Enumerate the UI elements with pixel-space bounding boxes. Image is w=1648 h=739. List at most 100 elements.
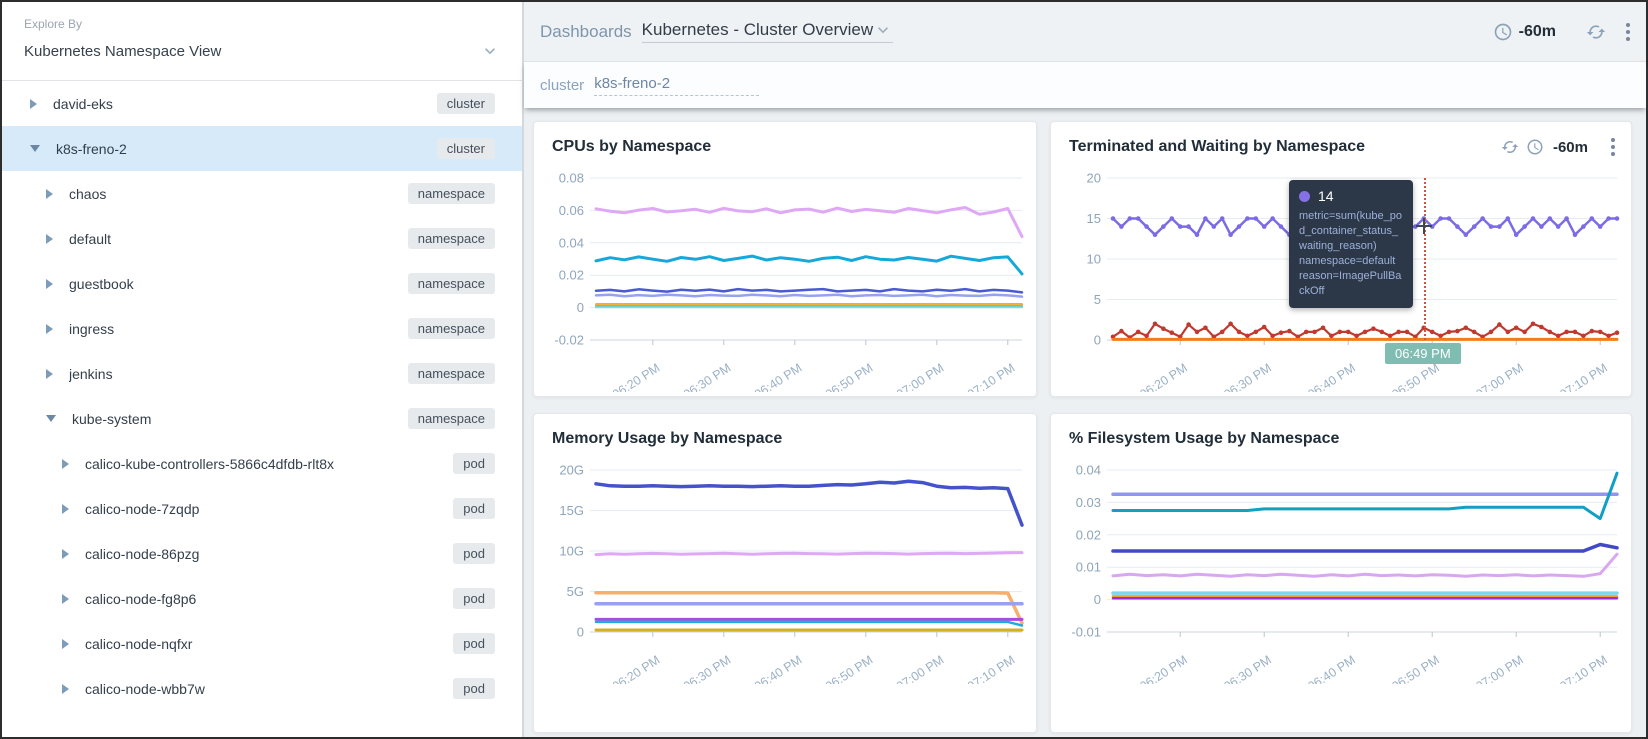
tree-row[interactable]: calico-node-86pzgpod <box>2 531 522 576</box>
expand-arrow-icon[interactable] <box>46 324 53 334</box>
kebab-menu-icon[interactable] <box>1624 21 1632 43</box>
tree-row[interactable]: ingressnamespace <box>2 306 522 351</box>
memory-chart[interactable]: 20G15G10G5G006:20 PM06:30 PM06:40 PM06:5… <box>534 458 1036 684</box>
tree-row[interactable]: k8s-freno-2cluster <box>2 126 522 171</box>
cpus-chart[interactable]: 0.080.060.040.020-0.0206:20 PM06:30 PM06… <box>534 166 1036 392</box>
grouping-view-select[interactable]: Kubernetes Namespace View <box>24 41 500 61</box>
tree-row[interactable]: guestbooknamespace <box>2 261 522 306</box>
expand-arrow-icon[interactable] <box>62 459 69 469</box>
svg-text:0.04: 0.04 <box>1076 463 1101 478</box>
tree-row[interactable]: calico-node-7zqdppod <box>2 486 522 531</box>
tree-item-label: kube-system <box>72 411 408 427</box>
tree-row[interactable]: chaosnamespace <box>2 171 522 216</box>
expand-arrow-icon[interactable] <box>62 684 69 694</box>
svg-text:15G: 15G <box>559 503 584 518</box>
collapse-arrow-icon[interactable] <box>46 415 56 422</box>
scope-filter-bar: cluster k8s-freno-2 <box>524 62 1646 108</box>
type-badge: pod <box>453 453 495 474</box>
panel-memory-usage: Memory Usage by Namespace 20G15G10G5G006… <box>533 413 1037 733</box>
tooltip-line: namespace=default <box>1299 254 1403 269</box>
panel-time-range-label[interactable]: -60m <box>1553 139 1588 156</box>
explore-by-label: Explore By <box>24 17 500 31</box>
svg-text:0.04: 0.04 <box>559 235 584 250</box>
svg-text:0: 0 <box>577 625 584 640</box>
tree-row[interactable]: defaultnamespace <box>2 216 522 261</box>
time-range-label[interactable]: -60m <box>1519 23 1556 41</box>
grouping-view-label: Kubernetes Namespace View <box>24 43 221 60</box>
panel-header: Memory Usage by Namespace <box>534 414 1036 458</box>
tooltip-detail-lines: metric=sum(kube_pod_container_status_wai… <box>1299 209 1403 299</box>
topbar-actions: -60m <box>1493 21 1632 43</box>
svg-text:07:00 PM: 07:00 PM <box>894 653 947 684</box>
type-badge: pod <box>453 588 495 609</box>
tooltip-line: reason=ImagePullBackOff <box>1299 269 1403 299</box>
svg-text:15: 15 <box>1087 211 1101 226</box>
clock-icon[interactable] <box>1493 22 1513 42</box>
svg-text:06:20 PM: 06:20 PM <box>610 653 663 684</box>
tree-item-label: calico-node-fg8p6 <box>85 591 453 607</box>
dashboard-select[interactable]: Kubernetes - Cluster Overview <box>642 20 893 43</box>
tree-row[interactable]: calico-node-nqfxrpod <box>2 621 522 666</box>
type-badge: pod <box>453 633 495 654</box>
svg-text:06:50 PM: 06:50 PM <box>823 653 876 684</box>
panel-header: % Filesystem Usage by Namespace <box>1051 414 1631 458</box>
type-badge: pod <box>453 543 495 564</box>
svg-text:06:20 PM: 06:20 PM <box>610 361 663 392</box>
tooltip-value: 14 <box>1318 188 1334 204</box>
svg-text:07:10 PM: 07:10 PM <box>965 653 1018 684</box>
expand-arrow-icon[interactable] <box>62 504 69 514</box>
kebab-menu-icon[interactable] <box>1609 136 1617 158</box>
svg-text:06:30 PM: 06:30 PM <box>681 653 734 684</box>
svg-text:07:10 PM: 07:10 PM <box>965 361 1018 392</box>
panel-title: Terminated and Waiting by Namespace <box>1069 138 1365 156</box>
type-badge: cluster <box>437 138 495 159</box>
clock-icon[interactable] <box>1526 138 1544 156</box>
svg-text:0: 0 <box>577 300 584 315</box>
tree-row[interactable]: calico-kube-controllers-5866c4dfdb-rlt8x… <box>2 441 522 486</box>
expand-arrow-icon[interactable] <box>46 234 53 244</box>
tree-item-label: guestbook <box>69 276 408 292</box>
svg-text:06:40 PM: 06:40 PM <box>752 361 805 392</box>
svg-text:06:50 PM: 06:50 PM <box>1389 361 1442 392</box>
svg-text:10G: 10G <box>559 544 584 559</box>
collapse-arrow-icon[interactable] <box>30 145 40 152</box>
series-tooltip: 14 metric=sum(kube_pod_container_status_… <box>1289 180 1413 308</box>
explore-header: Explore By Kubernetes Namespace View <box>2 2 522 81</box>
type-badge: cluster <box>437 93 495 114</box>
tree-row[interactable]: calico-node-wbb7wpod <box>2 666 522 711</box>
expand-arrow-icon[interactable] <box>62 639 69 649</box>
chart-svg[interactable]: 0.040.030.020.010-0.0106:20 PM06:30 PM06… <box>1051 458 1632 684</box>
filter-value-select[interactable]: k8s-freno-2 <box>594 75 759 96</box>
dashboard-name: Kubernetes - Cluster Overview <box>642 20 873 40</box>
svg-text:06:40 PM: 06:40 PM <box>1305 361 1358 392</box>
expand-arrow-icon[interactable] <box>46 279 53 289</box>
expand-arrow-icon[interactable] <box>46 369 53 379</box>
panel-filesystem-usage: % Filesystem Usage by Namespace 0.040.03… <box>1050 413 1632 733</box>
tree-row[interactable]: jenkinsnamespace <box>2 351 522 396</box>
svg-text:10: 10 <box>1087 252 1101 267</box>
tree-item-label: calico-kube-controllers-5866c4dfdb-rlt8x <box>85 456 453 472</box>
refresh-icon[interactable] <box>1501 138 1519 156</box>
chart-svg[interactable]: 0.080.060.040.020-0.0206:20 PM06:30 PM06… <box>534 166 1037 392</box>
svg-text:07:10 PM: 07:10 PM <box>1557 653 1610 684</box>
svg-text:06:30 PM: 06:30 PM <box>1221 653 1274 684</box>
chart-svg[interactable]: 20G15G10G5G006:20 PM06:30 PM06:40 PM06:5… <box>534 458 1037 684</box>
expand-arrow-icon[interactable] <box>30 99 37 109</box>
tree-row[interactable]: calico-node-fg8p6pod <box>2 576 522 621</box>
filesystem-chart[interactable]: 0.040.030.020.010-0.0106:20 PM06:30 PM06… <box>1051 458 1631 684</box>
tree-row[interactable]: david-ekscluster <box>2 81 522 126</box>
type-badge: namespace <box>408 183 495 204</box>
dashboard-grid: CPUs by Namespace 0.080.060.040.020-0.02… <box>524 108 1646 737</box>
type-badge: namespace <box>408 318 495 339</box>
expand-arrow-icon[interactable] <box>62 594 69 604</box>
filter-key-label: cluster <box>540 77 584 94</box>
tree-item-label: david-eks <box>53 96 437 112</box>
svg-text:0.02: 0.02 <box>559 268 584 283</box>
panel-header: Terminated and Waiting by Namespace -60m <box>1051 122 1631 166</box>
crosshair-cursor-icon <box>1416 218 1432 234</box>
expand-arrow-icon[interactable] <box>62 549 69 559</box>
tree-row[interactable]: kube-systemnamespace <box>2 396 522 441</box>
refresh-icon[interactable] <box>1586 22 1606 42</box>
expand-arrow-icon[interactable] <box>46 189 53 199</box>
panel-header: CPUs by Namespace <box>534 122 1036 166</box>
